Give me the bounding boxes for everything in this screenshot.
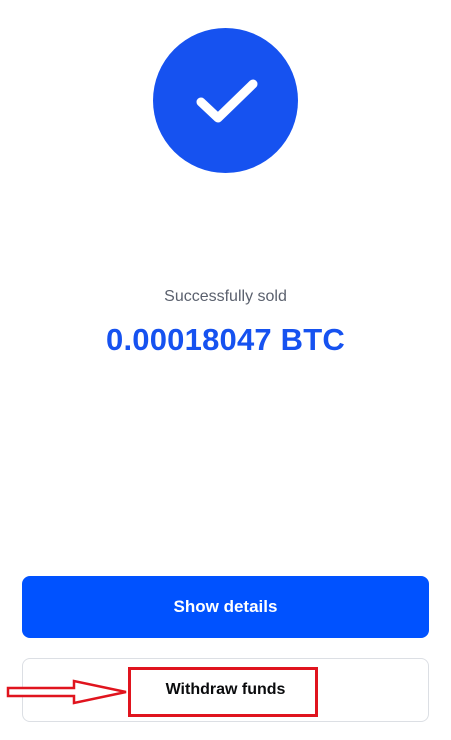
arrow-right-icon: [6, 679, 127, 705]
annotation-highlight-box: [128, 667, 318, 717]
checkmark-icon: [196, 79, 258, 123]
success-circle: [153, 28, 298, 173]
show-details-button[interactable]: Show details: [22, 576, 429, 638]
status-text: Successfully sold: [164, 288, 287, 305]
sold-amount: 0.00018047 BTC: [106, 322, 345, 357]
